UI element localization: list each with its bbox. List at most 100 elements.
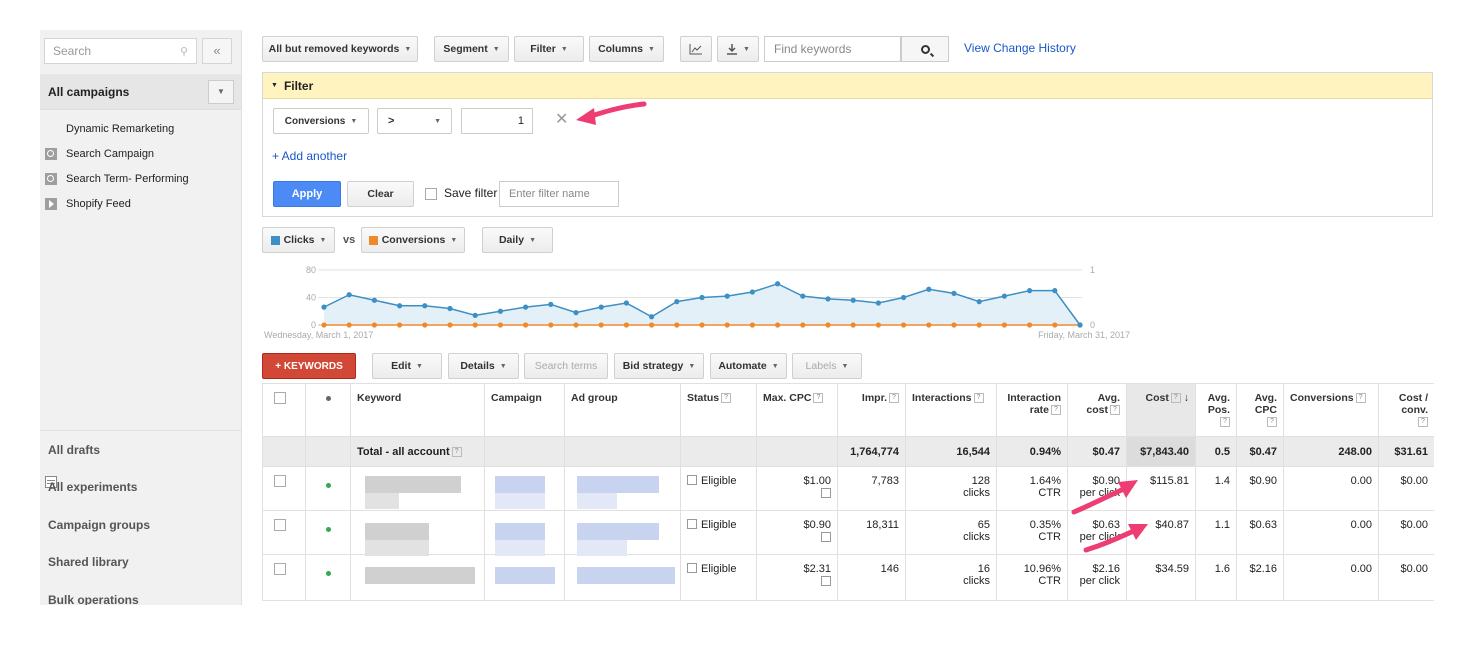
bid-edit-icon[interactable] [821, 488, 831, 499]
status-value: Eligible [701, 563, 737, 575]
period-label: Daily [498, 234, 525, 246]
rate-cell: 10.96% CTR [996, 554, 1068, 601]
filter-metric: Conversions [284, 115, 346, 127]
find-keywords-button[interactable] [901, 36, 949, 62]
header-campaign[interactable]: Campaign [484, 383, 565, 437]
campaign-cell-redacted[interactable] [484, 554, 565, 601]
all-campaigns[interactable]: All campaigns ▼ [40, 74, 241, 110]
help-icon[interactable]: ? [973, 393, 984, 404]
chevron-down-icon[interactable]: ▼ [208, 80, 234, 104]
campaign-cell-redacted[interactable] [484, 510, 565, 556]
details-dropdown[interactable]: Details ▼ [448, 353, 519, 379]
download-button[interactable]: ▼ [717, 36, 759, 62]
help-icon[interactable]: ? [1051, 405, 1061, 416]
ad-group-cell-redacted[interactable] [564, 466, 681, 511]
ad-group-cell-redacted[interactable] [564, 554, 681, 601]
header-ad-group[interactable]: Ad group [564, 383, 681, 437]
segment-dropdown[interactable]: Segment ▼ [434, 36, 509, 62]
campaign-item-shopify-feed[interactable]: Shopify Feed [44, 191, 239, 216]
metric1-dropdown[interactable]: Clicks ▼ [262, 227, 335, 253]
search-terms-button[interactable]: Search terms [524, 353, 608, 379]
nav-all-experiments[interactable]: All experiments [40, 469, 241, 507]
filter-value-input[interactable]: 1 [461, 108, 533, 134]
header-cost[interactable]: Cost? ↓ [1126, 383, 1196, 437]
rate-cell: 0.35% CTR [996, 510, 1068, 555]
keyword-cell-redacted[interactable] [350, 510, 485, 556]
header-max-cpc[interactable]: Max. CPC? [756, 383, 838, 437]
nav-shared-library[interactable]: Shared library [40, 544, 241, 582]
labels-dropdown[interactable]: Labels ▼ [792, 353, 862, 379]
help-icon[interactable]: ? [1220, 417, 1230, 428]
bid-edit-icon[interactable] [821, 532, 831, 543]
header-conversions[interactable]: Conversions? [1283, 383, 1379, 437]
chart-toggle-button[interactable] [680, 36, 712, 62]
help-icon[interactable]: ? [1418, 417, 1428, 428]
nav-all-drafts[interactable]: All drafts [40, 431, 241, 469]
row-checkbox[interactable] [274, 519, 286, 531]
filter-name-input[interactable]: Enter filter name [499, 181, 619, 207]
row-checkbox[interactable] [274, 475, 286, 487]
save-filter-checkbox[interactable] [425, 188, 437, 200]
help-icon[interactable]: ? [451, 446, 462, 457]
view-dropdown[interactable]: All but removed keywords ▼ [262, 36, 418, 62]
data-point-conversions [346, 322, 352, 328]
automate-dropdown[interactable]: Automate ▼ [710, 353, 787, 379]
view-change-history-link[interactable]: View Change History [964, 41, 1076, 55]
header-keyword[interactable]: Keyword [350, 383, 485, 437]
clear-button[interactable]: Clear [347, 181, 414, 207]
help-icon[interactable]: ? [813, 393, 824, 404]
campaign-cell-redacted[interactable] [484, 466, 565, 511]
campaign-item-dynamic-remarketing[interactable]: Dynamic Remarketing [44, 116, 239, 488]
help-icon[interactable]: ? [721, 393, 732, 404]
keyword-cell-redacted[interactable] [350, 466, 485, 511]
header-impr[interactable]: Impr.? [837, 383, 906, 437]
campaign-search-input[interactable]: Search ⚲ [44, 38, 197, 64]
help-icon[interactable]: ? [1267, 417, 1277, 428]
rate-unit: CTR [1038, 575, 1061, 587]
speech-bubble-icon[interactable] [687, 563, 697, 574]
filter-header[interactable]: ▼ Filter [263, 73, 1432, 99]
help-icon[interactable]: ? [1355, 393, 1366, 404]
collapse-sidebar-button[interactable]: « [202, 38, 232, 64]
campaign-item-search-term-performing[interactable]: Search Term- Performing [44, 166, 239, 191]
filter-metric-dropdown[interactable]: Conversions ▼ [273, 108, 369, 134]
header-status[interactable]: Status? [680, 383, 757, 437]
conv-cell: 0.00 [1283, 554, 1379, 601]
max-cpc-cell[interactable]: $0.90 [756, 510, 838, 555]
view-label: All but removed keywords [268, 43, 400, 55]
bid-strategy-dropdown[interactable]: Bid strategy ▼ [614, 353, 704, 379]
help-icon[interactable]: ? [1170, 393, 1181, 404]
header-cost-conv[interactable]: Cost / conv.? [1378, 383, 1434, 437]
help-icon[interactable]: ? [889, 393, 899, 404]
nav-campaign-groups[interactable]: Campaign groups [40, 506, 241, 544]
find-keywords-input[interactable]: Find keywords [764, 36, 901, 62]
max-cpc-cell[interactable]: $2.31 [756, 554, 838, 601]
bid-edit-icon[interactable] [821, 576, 831, 587]
apply-button[interactable]: Apply [273, 181, 341, 207]
header-avg-pos[interactable]: Avg. Pos.? [1195, 383, 1237, 437]
keyword-cell-redacted[interactable] [350, 554, 485, 601]
sidebar-bottom-nav: All drafts All experiments Campaign grou… [40, 430, 241, 605]
nav-bulk-operations[interactable]: Bulk operations [40, 581, 241, 605]
period-dropdown[interactable]: Daily ▼ [482, 227, 553, 253]
max-cpc-cell[interactable]: $1.00 [756, 466, 838, 511]
edit-dropdown[interactable]: Edit ▼ [372, 353, 442, 379]
campaign-item-search-campaign[interactable]: Search Campaign [44, 141, 239, 166]
add-another-filter-link[interactable]: + Add another [272, 149, 347, 163]
ad-group-cell-redacted[interactable] [564, 510, 681, 556]
row-checkbox[interactable] [274, 563, 286, 575]
columns-dropdown[interactable]: Columns ▼ [589, 36, 664, 62]
remove-filter-close-icon[interactable]: ✕ [555, 109, 568, 129]
filter-dropdown[interactable]: Filter ▼ [514, 36, 584, 62]
filter-operator-dropdown[interactable]: > ▼ [377, 108, 452, 134]
header-interactions[interactable]: Interactions? [905, 383, 997, 437]
speech-bubble-icon[interactable] [687, 475, 697, 486]
header-interaction-rate[interactable]: Interaction rate? [996, 383, 1068, 437]
select-all-checkbox[interactable] [274, 392, 286, 404]
header-avg-cpc[interactable]: Avg. CPC? [1236, 383, 1284, 437]
help-icon[interactable]: ? [1110, 405, 1120, 416]
header-avg-cost[interactable]: Avg. cost? [1067, 383, 1127, 437]
speech-bubble-icon[interactable] [687, 519, 697, 530]
metric2-dropdown[interactable]: Conversions ▼ [361, 227, 465, 253]
add-keywords-button[interactable]: + KEYWORDS [262, 353, 356, 379]
